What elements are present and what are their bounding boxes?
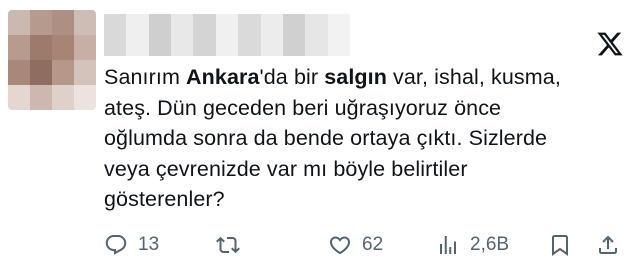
heart-icon — [329, 236, 351, 255]
tweet-text-bold: Ankara — [186, 65, 260, 89]
views-icon — [440, 236, 456, 254]
reply-count: 13 — [138, 234, 160, 255]
action-bar: 13 62 2,6B — [0, 228, 640, 262]
reply-icon — [105, 235, 127, 255]
bookmark-button[interactable] — [548, 228, 572, 262]
avatar[interactable] — [8, 10, 96, 110]
tweet-text-segment: 'da bir — [259, 65, 325, 89]
views-count: 2,6B — [470, 234, 510, 255]
bookmark-icon — [552, 235, 568, 256]
share-button[interactable] — [596, 228, 620, 262]
author-name-blurred[interactable] — [104, 14, 350, 56]
like-button[interactable]: 62 — [328, 228, 383, 262]
retweet-icon — [216, 236, 240, 254]
retweet-button[interactable] — [216, 228, 240, 262]
tweet-text: Sanırım Ankara'da bir salgın var, ishal,… — [104, 62, 624, 215]
tweet-text-segment: Sanırım — [104, 65, 187, 89]
reply-button[interactable]: 13 — [104, 228, 159, 262]
x-logo-icon[interactable] — [596, 30, 624, 58]
share-icon — [599, 235, 617, 254]
views-button[interactable]: 2,6B — [436, 228, 509, 262]
like-count: 62 — [362, 234, 384, 255]
tweet-text-bold: salgın — [324, 65, 387, 89]
tweet-card: Sanırım Ankara'da bir salgın var, ishal,… — [0, 0, 640, 278]
